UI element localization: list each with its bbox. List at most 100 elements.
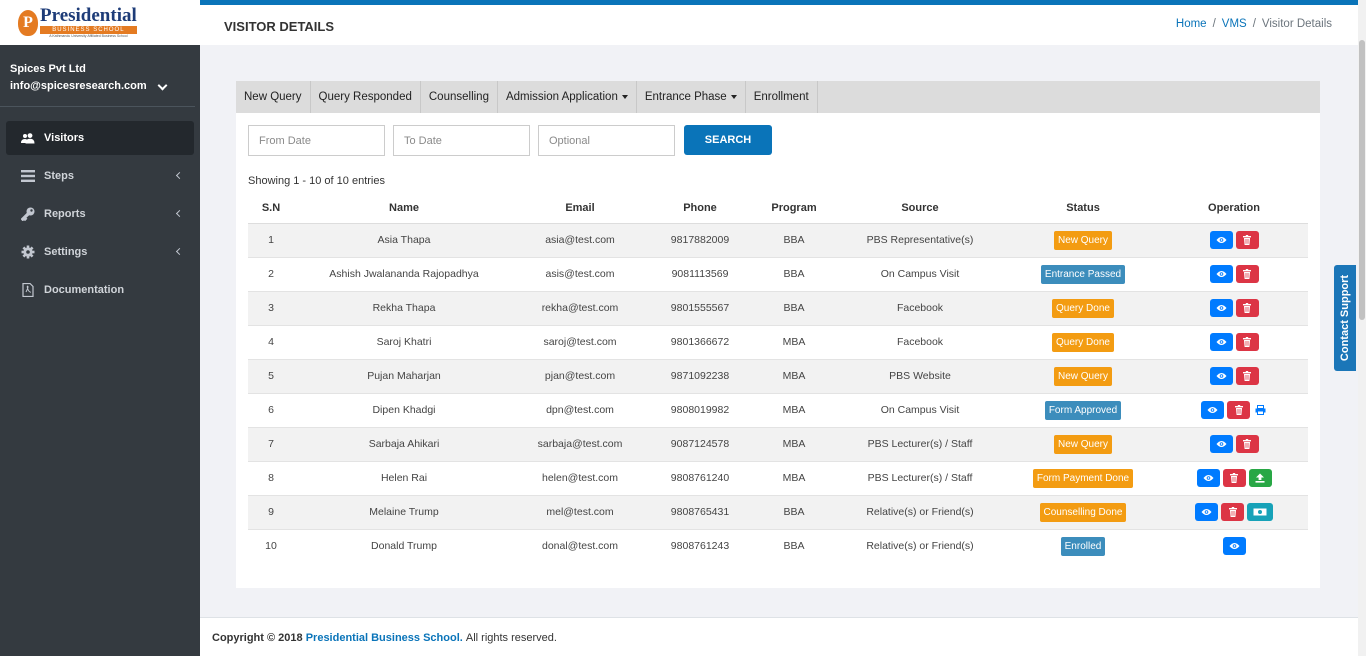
page-scrollbar[interactable]	[1358, 0, 1366, 656]
cell-phone: 9087124578	[646, 426, 754, 461]
delete-button[interactable]	[1235, 265, 1259, 283]
to-date-input[interactable]	[393, 125, 530, 156]
sidebar-item-steps[interactable]: Steps	[6, 159, 194, 193]
delete-button[interactable]	[1235, 333, 1259, 351]
cell-phone: 9871092238	[646, 358, 754, 393]
cell-sn: 1	[248, 222, 294, 257]
tab-enrollment[interactable]: Enrollment	[746, 81, 818, 113]
col-header[interactable]: Source	[834, 194, 1006, 224]
search-button[interactable]: SEARCH	[684, 125, 772, 155]
cell-operation	[1160, 222, 1308, 257]
tab-query-responded[interactable]: Query Responded	[311, 81, 421, 113]
tab-new-query[interactable]: New Query	[236, 81, 311, 113]
delete-button[interactable]	[1235, 299, 1259, 317]
chevron-left-icon	[175, 209, 184, 218]
delete-button[interactable]	[1221, 503, 1244, 521]
cell-phone: 9801366672	[646, 324, 754, 359]
view-button[interactable]	[1201, 401, 1224, 419]
view-button[interactable]	[1195, 503, 1218, 521]
delete-button[interactable]	[1235, 231, 1259, 249]
breadcrumb-vms[interactable]: VMS	[1222, 18, 1247, 30]
col-header[interactable]: Name	[294, 194, 514, 224]
user-email: info@spicesresearch.com	[10, 80, 147, 92]
sidebar-item-label: Visitors	[44, 132, 85, 144]
cell-name: Rekha Thapa	[294, 290, 514, 325]
sidebar-item-settings[interactable]: Settings	[6, 235, 194, 269]
from-date-input[interactable]	[248, 125, 385, 156]
visitor-card: New Query Query Responded Counselling Ad…	[236, 81, 1320, 588]
operation-group	[1201, 401, 1267, 419]
table-body: 1 Asia Thapa asia@test.com 9817882009 BBA PBS…	[248, 222, 1308, 563]
tab-label: New Query	[244, 91, 302, 103]
cell-program: BBA	[754, 290, 834, 325]
optional-input[interactable]	[538, 125, 675, 156]
tab-counselling[interactable]: Counselling	[421, 81, 498, 113]
eye-icon	[1216, 270, 1227, 278]
col-header[interactable]: Email	[514, 194, 646, 224]
sidebar-item-reports[interactable]: Reports	[6, 197, 194, 231]
cell-name: Pujan Maharjan	[294, 358, 514, 393]
cell-sn: 8	[248, 460, 294, 495]
contact-support-button[interactable]: Contact Support	[1334, 265, 1356, 371]
view-button[interactable]	[1209, 299, 1233, 317]
cell-status: Form Approved	[1006, 392, 1160, 427]
cell-operation	[1160, 256, 1308, 291]
user-panel: Spices Pvt Ltd info@spicesresearch.com	[0, 45, 195, 107]
breadcrumb-current: Visitor Details	[1261, 18, 1332, 30]
status-badge: Counselling Done	[1039, 502, 1127, 522]
cell-email: asia@test.com	[514, 222, 646, 257]
operation-group	[1209, 435, 1259, 453]
tab-admission-application[interactable]: Admission Application	[498, 81, 637, 113]
eye-icon	[1201, 508, 1212, 516]
logo-mark-icon: P	[18, 9, 38, 36]
cell-email: helen@test.com	[514, 460, 646, 495]
status-badge: Entrance Passed	[1040, 264, 1126, 284]
logo-subtitle: BUSINESS SCHOOL	[40, 26, 137, 35]
delete-button[interactable]	[1235, 435, 1259, 453]
breadcrumb-home[interactable]: Home	[1176, 18, 1207, 30]
cell-source: On Campus Visit	[834, 392, 1006, 427]
cell-status: New Query	[1006, 426, 1160, 461]
view-button[interactable]	[1196, 469, 1220, 487]
cell-status: Query Done	[1006, 324, 1160, 359]
money-icon	[1253, 508, 1267, 516]
cell-name: Donald Trump	[294, 528, 514, 563]
scrollbar-thumb[interactable]	[1359, 40, 1365, 320]
cell-email: rekha@test.com	[514, 290, 646, 325]
upload-button[interactable]	[1248, 469, 1272, 487]
operation-group	[1209, 367, 1259, 385]
tab-entrance-phase[interactable]: Entrance Phase	[637, 81, 746, 113]
delete-button[interactable]	[1227, 401, 1250, 419]
view-button[interactable]	[1209, 265, 1233, 283]
filter-bar: SEARCH	[248, 125, 772, 156]
status-badge: New Query	[1053, 434, 1112, 454]
view-button[interactable]	[1209, 333, 1233, 351]
chevron-down-icon[interactable]	[157, 80, 168, 90]
view-button[interactable]	[1209, 435, 1233, 453]
eye-icon	[1216, 372, 1227, 380]
brand-logo[interactable]: P Presidential BUSINESS SCHOOL A Kathman…	[0, 0, 200, 45]
cell-sn: 7	[248, 426, 294, 461]
footer-link[interactable]: Presidential Business School.	[306, 632, 463, 644]
col-header[interactable]: Program	[754, 194, 834, 224]
cell-program: MBA	[754, 358, 834, 393]
view-button[interactable]	[1209, 367, 1233, 385]
delete-button[interactable]	[1222, 469, 1246, 487]
sidebar-item-documentation[interactable]: Documentation	[6, 273, 194, 307]
cell-operation	[1160, 426, 1308, 461]
col-header[interactable]: Status	[1006, 194, 1160, 224]
sidebar-item-visitors[interactable]: Visitors	[6, 121, 194, 155]
operation-group	[1222, 537, 1246, 556]
cell-operation	[1160, 460, 1308, 495]
col-header[interactable]: Phone	[646, 194, 754, 224]
delete-button[interactable]	[1235, 367, 1259, 385]
eye-icon	[1203, 474, 1214, 482]
col-header[interactable]: S.N	[248, 194, 294, 224]
payment-button[interactable]	[1247, 503, 1273, 521]
print-button[interactable]	[1253, 401, 1267, 419]
view-button[interactable]	[1209, 231, 1233, 249]
user-menu-toggle[interactable]: info@spicesresearch.com	[10, 80, 185, 92]
cell-email: asis@test.com	[514, 256, 646, 291]
cell-source: Relative(s) or Friend(s)	[834, 528, 1006, 563]
view-button[interactable]	[1222, 537, 1246, 556]
